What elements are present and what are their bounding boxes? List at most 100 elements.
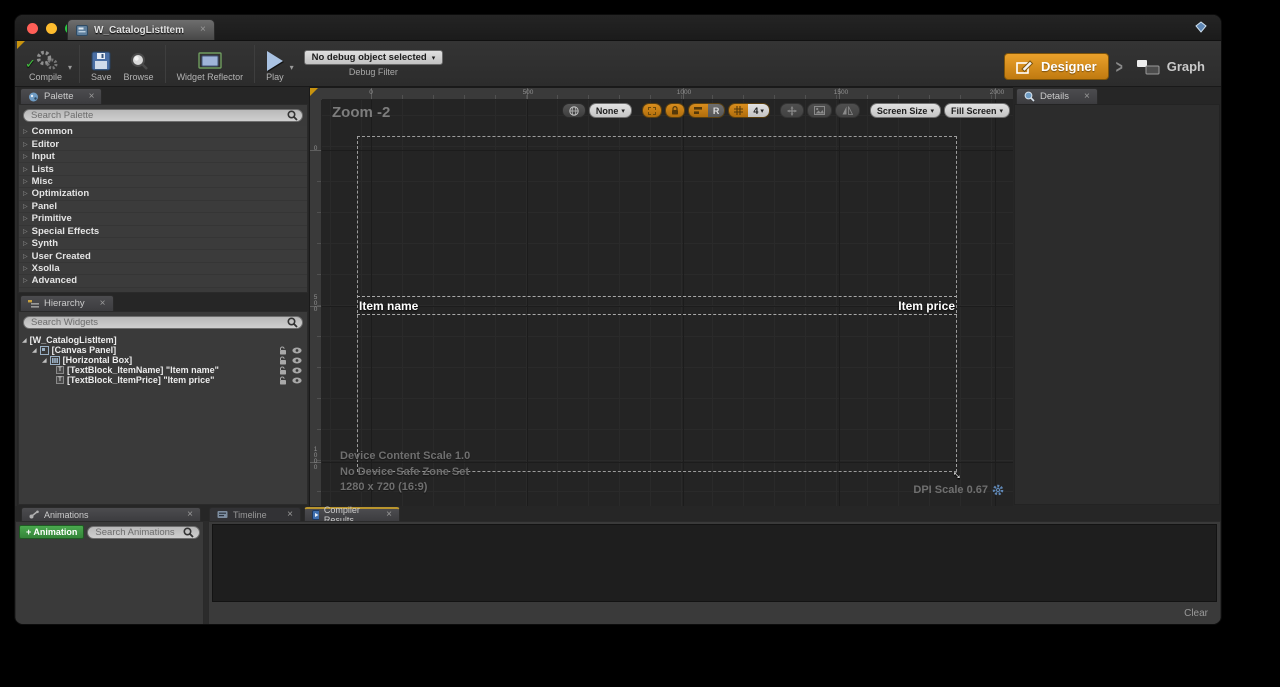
palette-category-common[interactable]: ▷Common	[19, 126, 307, 138]
save-button[interactable]: Save	[85, 42, 118, 86]
snap-rotation-button[interactable]: R	[708, 104, 725, 117]
snap-to-grid-group[interactable]: R	[688, 103, 726, 118]
flip-preview-button[interactable]	[835, 103, 860, 118]
horizontal-box-widget[interactable]: Item name Item price	[357, 296, 957, 315]
palette-category-lists[interactable]: ▷Lists	[19, 163, 307, 175]
ruler-label: 500	[312, 295, 319, 313]
details-tab[interactable]: Details ×	[1016, 88, 1098, 104]
transform-mode-button[interactable]	[780, 103, 804, 118]
hierarchy-row-textblock-itemprice[interactable]: T [TextBlock_ItemPrice] "Item price"	[19, 375, 307, 385]
expander-icon[interactable]: ▷	[23, 166, 28, 173]
design-surface[interactable]: Zoom -2 None▾ R 4▾	[322, 100, 1014, 507]
expander-icon[interactable]: ◢	[32, 347, 37, 354]
expander-icon[interactable]: ◢	[42, 357, 47, 364]
palette-category-input[interactable]: ▷Input	[19, 151, 307, 163]
widget-reflector-button[interactable]: Widget Reflector	[171, 42, 250, 86]
localization-preview-button[interactable]	[562, 103, 586, 118]
debug-object-dropdown[interactable]: No debug object selected ▾	[304, 50, 444, 65]
canvas-toolbar: None▾ R 4▾	[562, 103, 1010, 118]
palette-category-user-created[interactable]: ▷User Created	[19, 250, 307, 262]
expander-icon[interactable]: ▷	[23, 265, 28, 272]
grid-size-dropdown[interactable]: 4▾	[748, 104, 769, 117]
expander-icon[interactable]: ▷	[23, 190, 28, 197]
hierarchy-row-root[interactable]: ◢ [W_CatalogListItem]	[19, 335, 307, 345]
palette-category-synth[interactable]: ▷Synth	[19, 238, 307, 250]
visibility-eye-icon[interactable]	[292, 377, 302, 384]
macos-minimize-button[interactable]	[46, 23, 57, 34]
browse-button[interactable]: Browse	[118, 42, 160, 86]
hierarchy-tab[interactable]: Hierarchy ×	[20, 295, 114, 311]
palette-search-input[interactable]	[23, 109, 303, 122]
palette-category-special-effects[interactable]: ▷Special Effects	[19, 226, 307, 238]
expander-icon[interactable]: ▷	[23, 277, 28, 284]
close-icon[interactable]: ×	[90, 299, 106, 309]
visibility-eye-icon[interactable]	[292, 347, 302, 354]
expander-icon[interactable]: ▷	[23, 253, 28, 260]
dpi-settings-gear-icon[interactable]	[992, 484, 1004, 496]
lock-widgets-button[interactable]	[665, 103, 685, 118]
palette-category-advanced[interactable]: ▷Advanced	[19, 275, 307, 287]
hierarchy-search-input[interactable]	[23, 316, 303, 329]
palette-category-xsolla[interactable]: ▷Xsolla	[19, 263, 307, 275]
expander-icon[interactable]: ▷	[23, 128, 28, 135]
canvas-info-overlay: Device Content Scale 1.0 No Device Safe …	[340, 449, 470, 496]
lock-open-icon[interactable]	[279, 346, 287, 355]
clear-button[interactable]: Clear	[1184, 608, 1208, 619]
close-icon[interactable]: ×	[79, 92, 95, 102]
lock-open-icon[interactable]	[279, 356, 287, 365]
window-menu-icon[interactable]	[1195, 21, 1207, 33]
expander-icon[interactable]: ▷	[23, 141, 28, 148]
compiler-results-tab[interactable]: Compiler Results ×	[304, 507, 400, 521]
expander-icon[interactable]: ▷	[23, 228, 28, 235]
expander-icon[interactable]: ◢	[22, 337, 27, 344]
hierarchy-row-canvas-panel[interactable]: ◢ [Canvas Panel]	[19, 345, 307, 355]
fill-screen-dropdown[interactable]: Fill Screen▾	[944, 103, 1010, 118]
expander-icon[interactable]: ▷	[23, 215, 28, 222]
lock-open-icon[interactable]	[279, 366, 287, 375]
compile-options-caret-icon[interactable]: ▾	[68, 63, 72, 72]
play-options-caret-icon[interactable]: ▾	[290, 63, 294, 72]
play-button[interactable]: Play	[260, 42, 290, 86]
close-tab-icon[interactable]: ×	[190, 25, 206, 35]
flag-dropdown[interactable]: None▾	[589, 103, 632, 118]
item-price-textblock[interactable]: Item price	[898, 299, 955, 313]
macos-close-button[interactable]	[27, 23, 38, 34]
palette-category-primitive[interactable]: ▷Primitive	[19, 213, 307, 225]
palette-category-editor[interactable]: ▷Editor	[19, 138, 307, 150]
screen-size-dropdown[interactable]: Screen Size▾	[870, 103, 941, 118]
expander-icon[interactable]: ▷	[23, 240, 28, 247]
graph-mode-button[interactable]: Graph	[1130, 59, 1211, 75]
palette-category-misc[interactable]: ▷Misc	[19, 176, 307, 188]
close-icon[interactable]: ×	[277, 510, 293, 520]
zoom-level-label: Zoom -2	[332, 104, 390, 121]
close-icon[interactable]: ×	[376, 510, 392, 520]
palette-category-panel[interactable]: ▷Panel	[19, 201, 307, 213]
visibility-eye-icon[interactable]	[292, 357, 302, 364]
designer-pencil-icon	[1016, 59, 1034, 75]
close-icon[interactable]: ×	[1074, 92, 1090, 102]
palette-tab[interactable]: Palette ×	[20, 88, 102, 104]
globe-icon	[569, 106, 579, 116]
asset-tab-title: W_CatalogListItem	[94, 25, 184, 36]
asset-tab[interactable]: W_CatalogListItem ×	[67, 19, 215, 40]
timeline-tab[interactable]: Timeline ×	[209, 507, 301, 521]
chevron-down-icon: ▾	[760, 107, 764, 115]
animations-tab[interactable]: Animations ×	[21, 507, 201, 521]
hierarchy-row-horizontal-box[interactable]: ◢ [Horizontal Box]	[19, 355, 307, 365]
expander-icon[interactable]: ▷	[23, 203, 28, 210]
expander-icon[interactable]: ▷	[23, 178, 28, 185]
add-animation-button[interactable]: + Animation	[19, 525, 84, 539]
grid-snap-group[interactable]: 4▾	[728, 103, 770, 118]
outline-toggle-button[interactable]	[642, 103, 662, 118]
item-name-textblock[interactable]: Item name	[359, 299, 418, 313]
designer-mode-button[interactable]: Designer	[1004, 53, 1109, 80]
close-icon[interactable]: ×	[177, 510, 193, 520]
expander-icon[interactable]: ▷	[23, 153, 28, 160]
hierarchy-row-textblock-itemname[interactable]: T [TextBlock_ItemName] "Item name"	[19, 365, 307, 375]
lock-open-icon[interactable]	[279, 376, 287, 385]
visibility-eye-icon[interactable]	[292, 367, 302, 374]
palette-category-optimization[interactable]: ▷Optimization	[19, 188, 307, 200]
details-icon	[1024, 91, 1035, 102]
compile-button[interactable]: ✓ Compile	[23, 42, 68, 86]
preview-background-button[interactable]	[807, 103, 832, 118]
